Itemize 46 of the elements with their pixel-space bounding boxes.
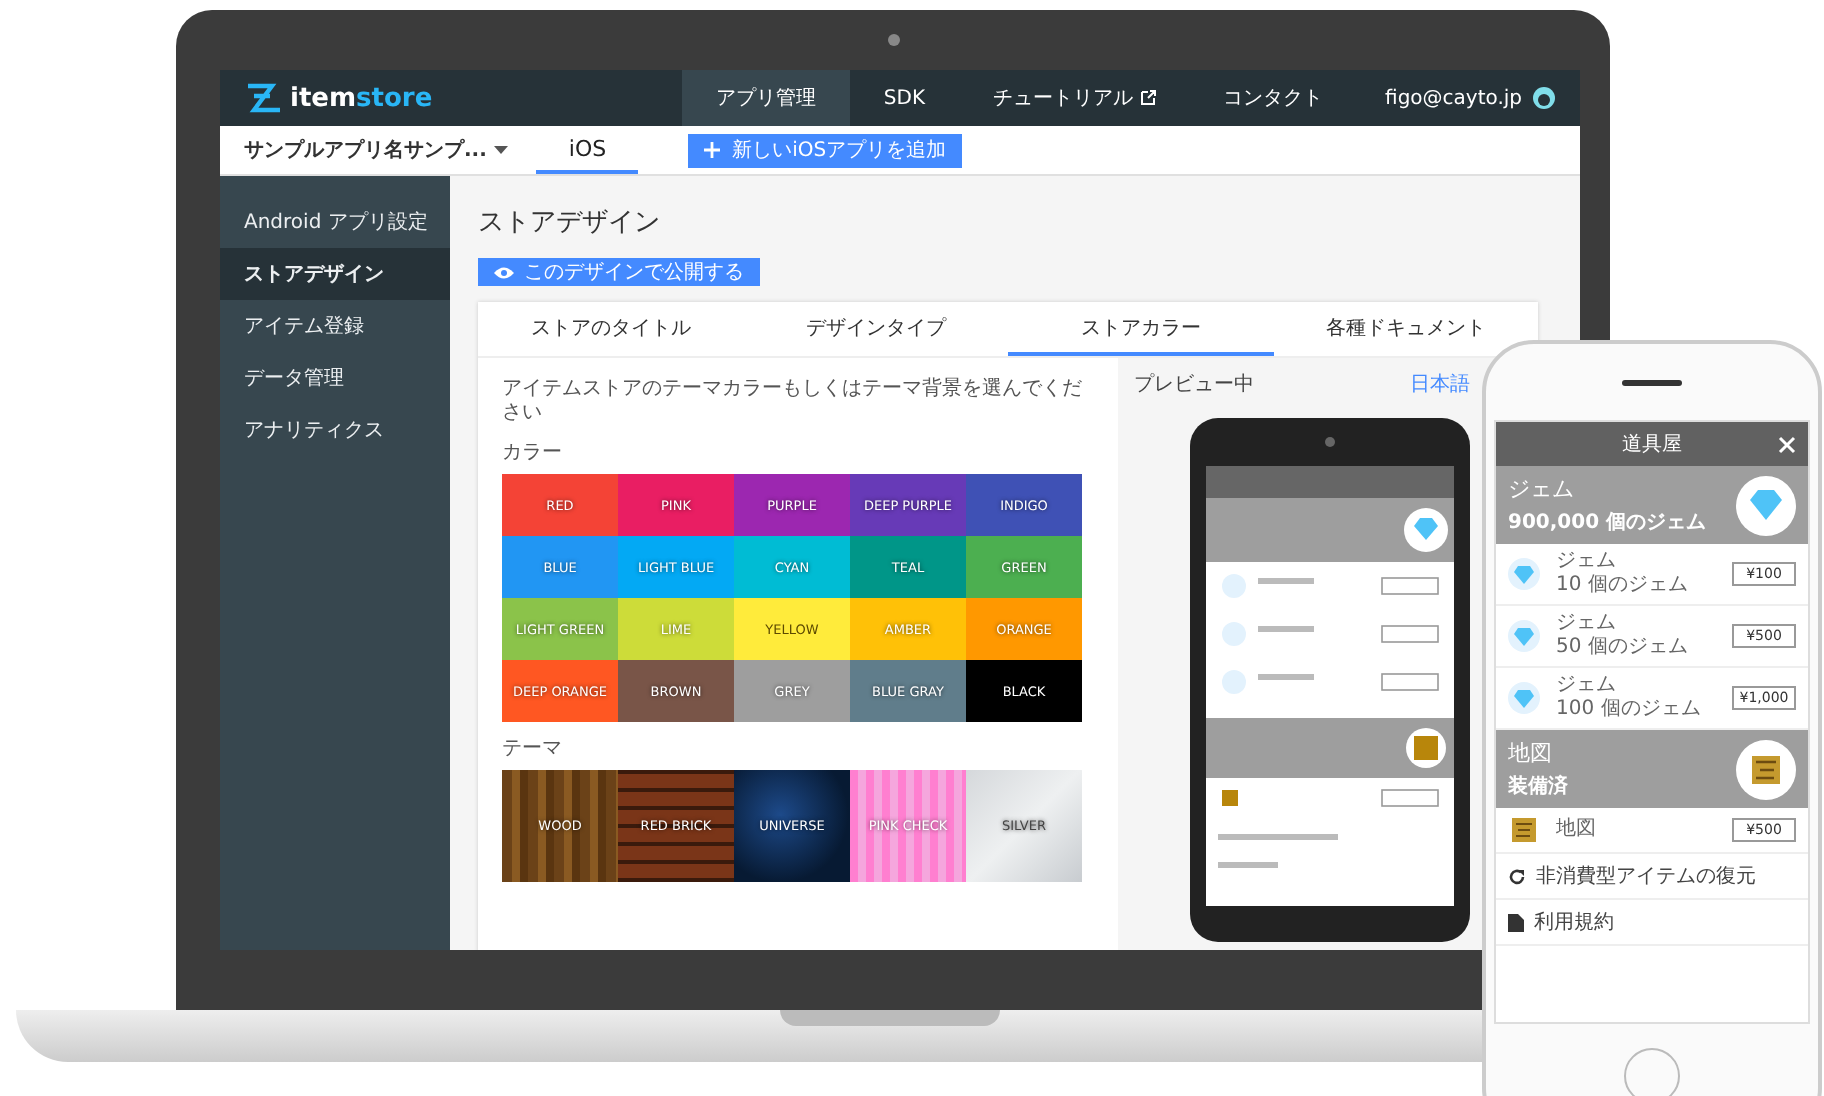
- logo-text: itemstore: [290, 83, 433, 113]
- tab[interactable]: 各種ドキュメント: [1273, 302, 1538, 356]
- map-icon: [1508, 814, 1540, 846]
- restore-icon: [1508, 867, 1526, 885]
- sidebar-item[interactable]: Android アプリ設定: [220, 196, 450, 248]
- item-amount: 50 個のジェム: [1556, 636, 1690, 660]
- instruction-text: アイテムストアのテーマカラーもしくはテーマ背景を選んでください: [502, 378, 1084, 426]
- external-link-icon: [1139, 90, 1156, 106]
- logo-icon: [244, 82, 284, 114]
- nav-link[interactable]: チュートリアル: [959, 70, 1190, 126]
- sidebar-item[interactable]: データ管理: [220, 352, 450, 404]
- nav-link[interactable]: アプリ管理: [681, 70, 850, 126]
- sidebar-item[interactable]: アナリティクス: [220, 404, 450, 456]
- group-name: 地図: [1508, 738, 1554, 768]
- section-label: カラー: [502, 440, 564, 466]
- item-name: ジェム: [1556, 612, 1618, 636]
- nav-link[interactable]: SDK: [849, 70, 960, 126]
- page-title: ストアデザイン: [478, 206, 660, 240]
- store-link[interactable]: 利用規約: [1534, 908, 1614, 936]
- avatar-icon[interactable]: [1532, 86, 1556, 110]
- group-name: ジェム: [1508, 474, 1576, 504]
- tab[interactable]: ストアのタイトル: [478, 302, 743, 356]
- preview-label: プレビュー中: [1134, 371, 1254, 398]
- platform-tab[interactable]: iOS: [536, 126, 639, 174]
- tab[interactable]: デザインタイプ: [743, 302, 1008, 356]
- group-balance: 900,000 個のジェム: [1508, 510, 1707, 536]
- item-amount: 100 個のジェム: [1556, 698, 1703, 722]
- item-name: 地図: [1556, 818, 1598, 842]
- item-amount: 10 個のジェム: [1556, 574, 1690, 598]
- account-email[interactable]: figo@cayto.jp: [1385, 87, 1522, 109]
- item-name: ジェム: [1556, 550, 1618, 574]
- store-title: 道具屋: [1622, 432, 1682, 458]
- item-name: ジェム: [1556, 674, 1618, 698]
- caret-icon: [494, 145, 509, 155]
- document-icon: [1508, 913, 1524, 931]
- section-label: テーマ: [502, 736, 564, 762]
- sidebar-item[interactable]: ストアデザイン: [220, 248, 450, 300]
- nav-link[interactable]: コンタクト: [1189, 70, 1358, 126]
- plus-icon: [704, 142, 721, 158]
- store-link[interactable]: 非消費型アイテムの復元: [1536, 862, 1756, 890]
- app-select-dropdown[interactable]: サンプルアプリ名サンプ...: [220, 136, 509, 164]
- close-icon[interactable]: [1778, 436, 1796, 454]
- map-icon: [1736, 739, 1796, 799]
- group-balance: 装備済: [1508, 772, 1568, 800]
- eye-icon: [494, 265, 514, 279]
- sidebar-item[interactable]: アイテム登録: [220, 300, 450, 352]
